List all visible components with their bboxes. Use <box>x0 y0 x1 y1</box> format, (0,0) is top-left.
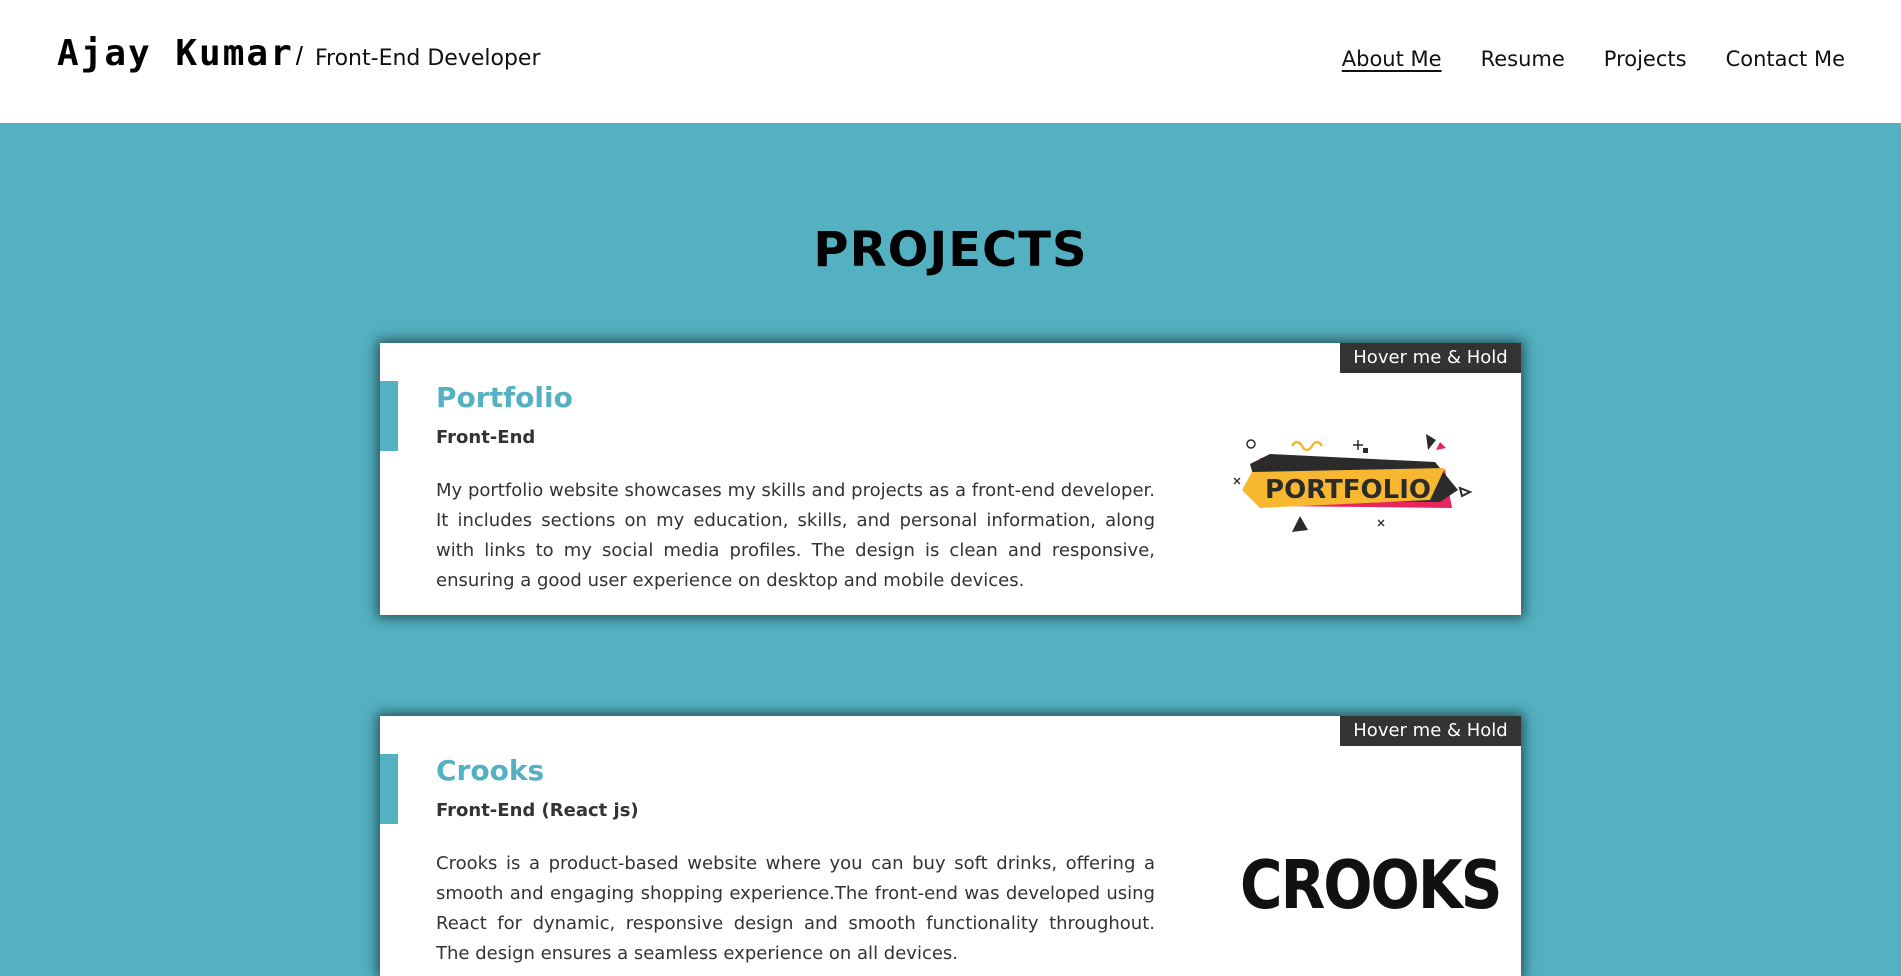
brand-separator: / <box>295 41 303 71</box>
main-nav: About Me Resume Projects Contact Me <box>1342 47 1845 71</box>
project-subtitle: Front-End (React js) <box>436 800 639 821</box>
project-title: Crooks <box>436 754 545 787</box>
project-title: Portfolio <box>436 381 573 414</box>
nav-projects[interactable]: Projects <box>1604 47 1687 71</box>
nav-resume[interactable]: Resume <box>1481 47 1565 71</box>
portfolio-logo-text: PORTFOLIO <box>1265 475 1431 505</box>
brand-name: Ajay Kumar <box>57 33 294 74</box>
brand-role: Front-End Developer <box>314 46 541 71</box>
nav-contact-me[interactable]: Contact Me <box>1726 47 1845 71</box>
project-card-portfolio[interactable]: Hover me & Hold Portfolio Front-End My p… <box>380 343 1521 615</box>
portfolio-logo: PORTFOLIO <box>1230 428 1480 542</box>
project-description: Crooks is a product-based website where … <box>436 853 1155 964</box>
nav-about-me[interactable]: About Me <box>1342 47 1442 71</box>
section-title: PROJECTS <box>813 222 1088 278</box>
hover-hint-badge: Hover me & Hold <box>1340 716 1521 746</box>
card-accent-bar <box>380 381 398 451</box>
project-subtitle: Front-End <box>436 427 536 448</box>
hover-hint-badge: Hover me & Hold <box>1340 343 1521 373</box>
brand[interactable]: Ajay Kumar / Front-End Developer <box>57 33 541 74</box>
site-header: Ajay Kumar / Front-End Developer About M… <box>0 0 1901 123</box>
project-description: My portfolio website showcases my skills… <box>436 480 1155 591</box>
card-accent-bar <box>380 754 398 824</box>
project-card-crooks[interactable]: Hover me & Hold Crooks Front-End (React … <box>380 716 1521 976</box>
crooks-logo: CROOKS <box>1240 846 1503 925</box>
